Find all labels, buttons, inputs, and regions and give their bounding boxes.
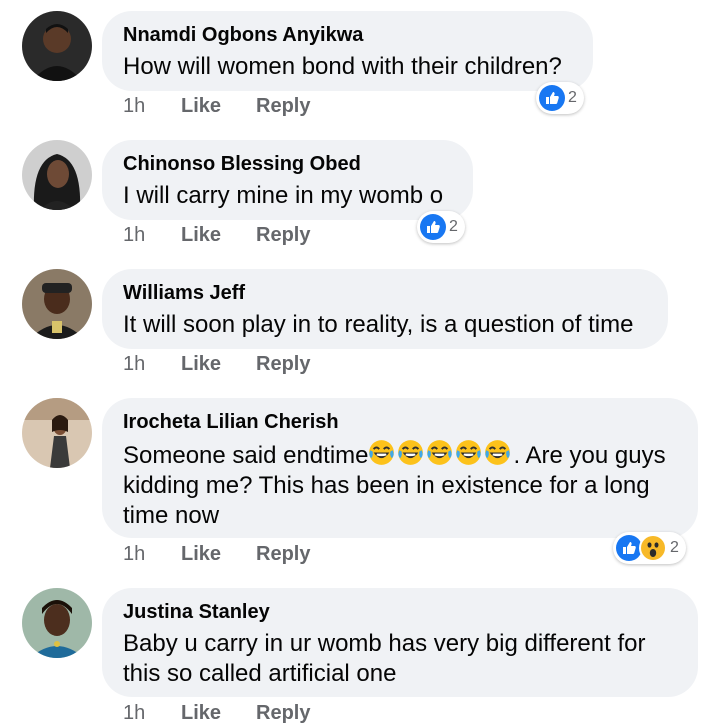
comment-bubble: Irocheta Lilian Cherish Someone said end…: [102, 398, 698, 538]
comment-text-line: this so called artificial one: [123, 660, 397, 687]
avatar[interactable]: [22, 140, 92, 210]
comment-actions: 1h Like Reply: [123, 542, 310, 566]
comment-actions: 1h Like Reply: [123, 352, 310, 376]
comment-author[interactable]: Nnamdi Ogbons Anyikwa: [123, 23, 571, 47]
emoji-run: [368, 440, 513, 469]
comment-author[interactable]: Justina Stanley: [123, 600, 676, 624]
comment-bubble: Chinonso Blessing Obed I will carry mine…: [102, 140, 473, 220]
comment-time[interactable]: 1h: [123, 94, 181, 118]
reply-button[interactable]: Reply: [256, 701, 310, 725]
like-icon: [539, 85, 565, 111]
reaction-count: 2: [449, 218, 458, 235]
laughing-crying-emoji: [456, 440, 482, 465]
comment-time[interactable]: 1h: [123, 223, 181, 247]
reaction-summary[interactable]: 2: [613, 532, 686, 564]
like-button[interactable]: Like: [181, 542, 256, 566]
comment-author[interactable]: Williams Jeff: [123, 281, 646, 305]
like-button[interactable]: Like: [181, 223, 256, 247]
comment-bubble: Nnamdi Ogbons Anyikwa How will women bon…: [102, 11, 593, 91]
reply-button[interactable]: Reply: [256, 223, 310, 247]
comment-text-start: Someone said endtime: [123, 442, 369, 469]
comment-text-line: time now: [123, 502, 220, 529]
like-button[interactable]: Like: [181, 352, 256, 376]
wow-icon: [639, 534, 667, 562]
comment-text: How will women bond with their children?: [123, 53, 562, 80]
comment-time[interactable]: 1h: [123, 542, 181, 566]
reaction-count: 2: [568, 89, 577, 106]
comment-text-end: . Are you guys: [513, 442, 666, 469]
avatar[interactable]: [22, 11, 92, 81]
comment-actions: 1h Like Reply: [123, 223, 310, 247]
comment-text: I will carry mine in my womb o: [123, 182, 444, 209]
comment-bubble: Justina Stanley Baby u carry in ur womb …: [102, 588, 698, 697]
comment-time[interactable]: 1h: [123, 352, 181, 376]
reaction-count: 2: [670, 539, 679, 556]
comment-actions: 1h Like Reply: [123, 94, 310, 118]
avatar[interactable]: [22, 588, 92, 658]
comment-text-line: Baby u carry in ur womb has very big dif…: [123, 630, 646, 657]
like-button[interactable]: Like: [181, 701, 256, 725]
laughing-crying-emoji: [427, 440, 453, 465]
comment-text-line: kidding me? This has been in existence f…: [123, 472, 650, 499]
laughing-crying-emoji: [369, 440, 395, 465]
reply-button[interactable]: Reply: [256, 352, 310, 376]
like-icon: [420, 214, 446, 240]
comment-time[interactable]: 1h: [123, 701, 181, 725]
avatar[interactable]: [22, 269, 92, 339]
reaction-summary[interactable]: 2: [417, 211, 465, 243]
comment-text: Someone said endtime . Are you guys: [123, 439, 676, 471]
comment-author[interactable]: Irocheta Lilian Cherish: [123, 410, 676, 434]
reply-button[interactable]: Reply: [256, 542, 310, 566]
laughing-crying-emoji: [485, 440, 511, 465]
laughing-crying-emoji: [398, 440, 424, 465]
reply-button[interactable]: Reply: [256, 94, 310, 118]
comment-bubble: Williams Jeff It will soon play in to re…: [102, 269, 668, 349]
comment-author[interactable]: Chinonso Blessing Obed: [123, 152, 451, 176]
like-button[interactable]: Like: [181, 94, 256, 118]
reaction-summary[interactable]: 2: [536, 82, 584, 114]
comment-actions: 1h Like Reply: [123, 701, 310, 725]
comment-text: It will soon play in to reality, is a qu…: [123, 311, 634, 338]
avatar[interactable]: [22, 398, 92, 468]
